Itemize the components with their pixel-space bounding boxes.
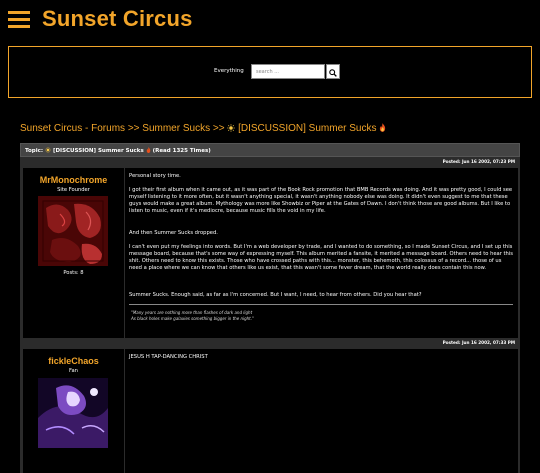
topic-read-count: (Read 1325 Times) xyxy=(152,148,211,154)
post-message: And then Summer Sucks dropped. xyxy=(129,230,513,237)
author-name[interactable]: fickleChaos xyxy=(23,356,124,366)
avatar[interactable] xyxy=(38,378,108,448)
search-icon xyxy=(329,69,337,77)
post-message: JESUS H TAP-DANCING CHRIST xyxy=(129,354,513,361)
post-message: Summer Sucks. Enough said, as far as I'm… xyxy=(129,292,513,299)
post-body: JESUS H TAP-DANCING CHRIST xyxy=(125,349,518,409)
signature-line: As black holes make galaxies something b… xyxy=(131,315,254,321)
signature: "Many years are nothing more than flashe… xyxy=(131,310,511,321)
post-paragraph: Summer Sucks. Enough said, as far as I'm… xyxy=(129,292,422,298)
search-input[interactable] xyxy=(251,64,325,79)
fire-icon xyxy=(380,123,386,132)
breadcrumb: Sunset Circus - Forums >> Summer Sucks >… xyxy=(20,123,386,134)
post-meta-bar: Posted: Jun 16 2002, 07:23 PM xyxy=(20,157,520,166)
post-timestamp: Posted: Jun 16 2002, 07:23 PM xyxy=(442,159,515,164)
post-message: Personal story time. xyxy=(129,173,513,180)
topic-name: [DISCUSSION] Summer Sucks xyxy=(52,148,144,154)
post-meta-bar: Posted: Jun 16 2002, 07:33 PM xyxy=(20,338,520,347)
fire-icon xyxy=(146,147,150,153)
author-panel: fickleChaos Fan xyxy=(23,349,124,448)
author-name[interactable]: MrMonochrome xyxy=(23,175,124,185)
breadcrumb-board-link[interactable]: Summer Sucks xyxy=(142,123,210,134)
author-rank: Site Founder xyxy=(57,187,90,193)
post-paragraph: And then Summer Sucks dropped. xyxy=(129,230,218,236)
topic-container: Topic: [DISCUSSION] Summer Sucks (Read 1… xyxy=(20,143,520,473)
post-message: I can't even put my feelings into words.… xyxy=(129,244,513,272)
sun-icon xyxy=(45,147,51,153)
search-scope-label: Everything xyxy=(214,68,244,74)
post-count: Posts: 8 xyxy=(63,270,84,276)
breadcrumb-separator: >> xyxy=(127,123,140,134)
avatar[interactable] xyxy=(38,196,108,266)
post: fickleChaos Fan JESUS H TAP-DANCING CHRI… xyxy=(20,347,520,448)
post-message: I got their first album when it came out… xyxy=(129,187,513,215)
search-panel: Everything xyxy=(8,46,532,98)
sun-icon xyxy=(227,124,236,132)
top-bar: Sunset Circus xyxy=(0,0,540,42)
post-paragraph: JESUS H TAP-DANCING CHRIST xyxy=(129,354,208,360)
post-paragraph: I can't even put my feelings into words.… xyxy=(129,244,513,271)
post-paragraph: I got their first album when it came out… xyxy=(129,187,513,214)
post-paragraph: Personal story time. xyxy=(129,173,181,179)
topic-header: Topic: [DISCUSSION] Summer Sucks (Read 1… xyxy=(20,143,520,157)
post-timestamp: Posted: Jun 16 2002, 07:33 PM xyxy=(442,340,515,345)
topic-label: Topic: xyxy=(25,148,44,154)
topic-title: Topic: [DISCUSSION] Summer Sucks (Read 1… xyxy=(25,147,211,154)
breadcrumb-forums-link[interactable]: Sunset Circus - Forums xyxy=(20,123,125,134)
search-button[interactable] xyxy=(326,64,340,79)
post-body: Personal story time. I got their first a… xyxy=(125,168,518,473)
hamburger-menu-icon[interactable] xyxy=(8,11,30,29)
breadcrumb-separator: >> xyxy=(212,123,225,134)
author-rank: Fan xyxy=(69,368,78,374)
signature-divider xyxy=(129,304,513,305)
site-title[interactable]: Sunset Circus xyxy=(42,6,193,32)
breadcrumb-topic-link[interactable]: [DISCUSSION] Summer Sucks xyxy=(238,123,376,134)
